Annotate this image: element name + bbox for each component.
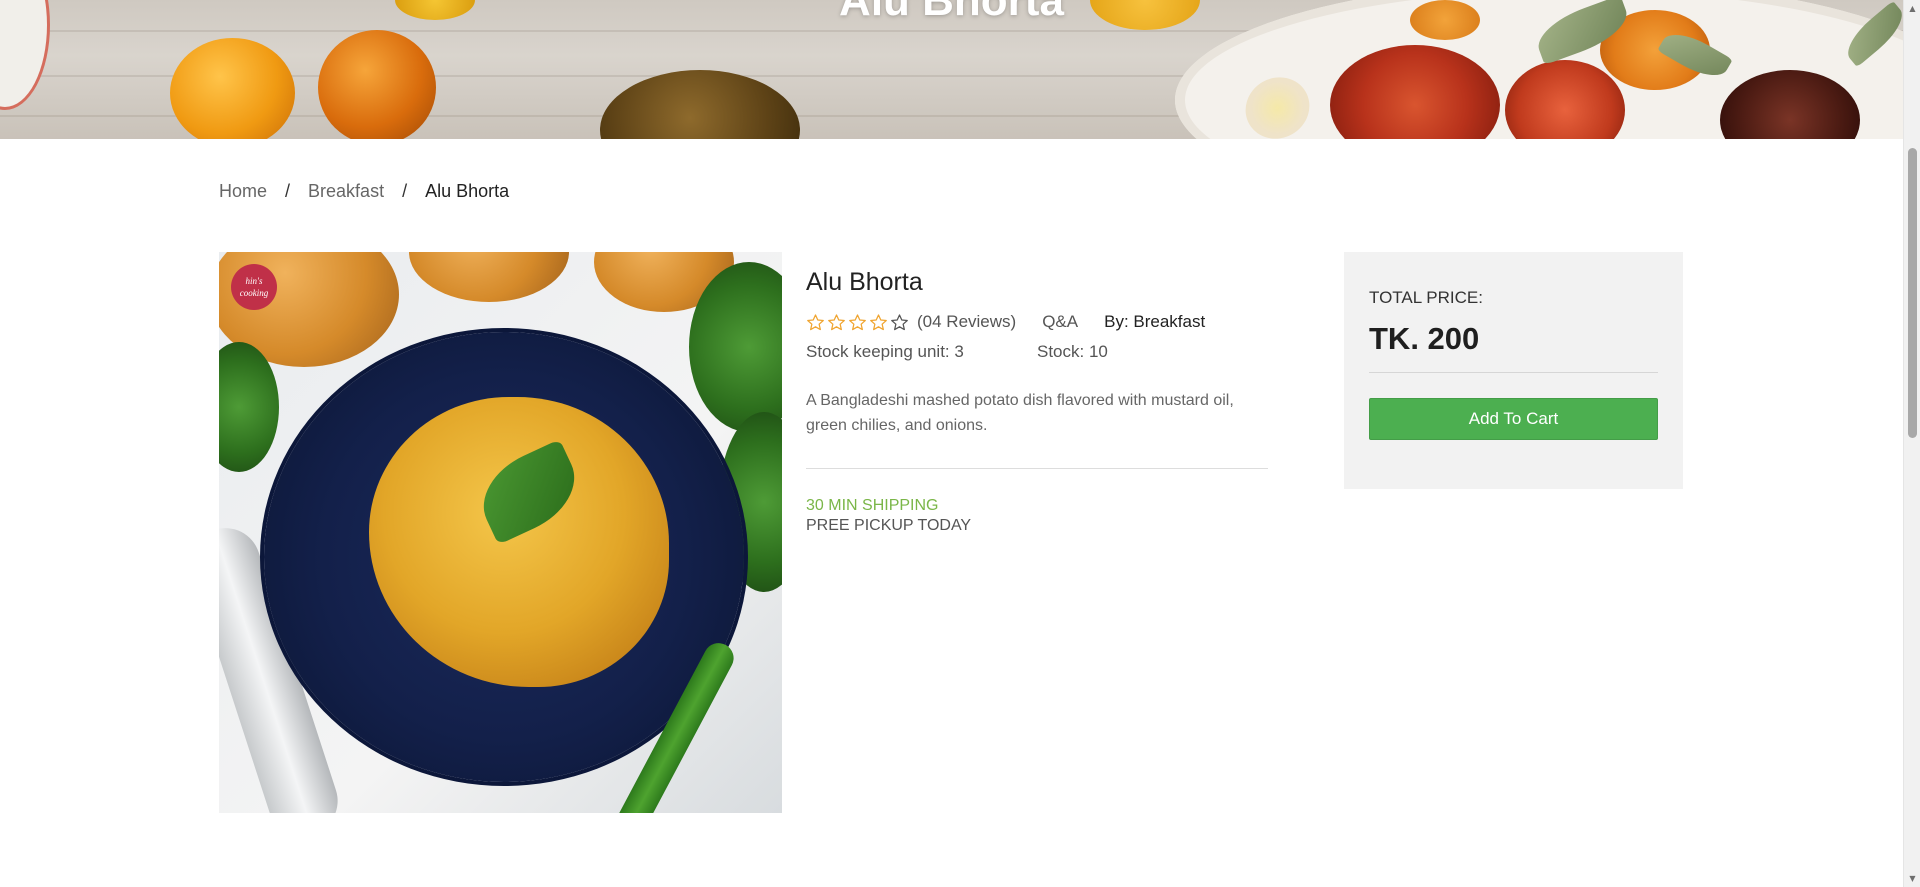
qa-link[interactable]: Q&A: [1042, 312, 1078, 332]
product-category: By: Breakfast: [1104, 312, 1206, 331]
breadcrumb-separator: /: [402, 181, 408, 201]
product-description: A Bangladeshi mashed potato dish flavore…: [806, 392, 1234, 434]
watermark-logo: hin's cooking: [231, 264, 277, 310]
total-price-label: TOTAL PRICE:: [1369, 288, 1483, 307]
page-scrollbar[interactable]: ▲ ▼: [1903, 0, 1920, 887]
star-outline-icon: [849, 313, 866, 330]
breadcrumb-current: Alu Bhorta: [425, 181, 510, 201]
star-outline-icon: [828, 313, 845, 330]
breadcrumb: Home / Breakfast / Alu Bhorta: [219, 181, 509, 202]
tomato-image: [170, 38, 295, 139]
reviews-count[interactable]: (04 Reviews): [917, 312, 1016, 332]
product-name: Alu Bhorta: [806, 268, 923, 296]
stock-row: Stock keeping unit: 3 Stock: 10: [806, 342, 1268, 362]
shipping-info: 30 MIN SHIPPING: [806, 497, 939, 514]
rating-stars[interactable]: [806, 313, 909, 332]
chevron-down-icon[interactable]: ▼: [1904, 870, 1920, 887]
pickup-info: PREE PICKUP TODAY: [806, 517, 972, 534]
total-price-amount: TK. 200: [1369, 321, 1480, 356]
breadcrumb-category-link[interactable]: Breakfast: [308, 181, 384, 202]
chevron-up-icon[interactable]: ▲: [1904, 0, 1920, 17]
breadcrumb-separator: /: [285, 181, 291, 201]
star-outline-icon: [807, 313, 824, 330]
hero-banner: Alu Bhorta: [0, 0, 1903, 139]
product-image: hin's cooking: [219, 252, 782, 813]
add-to-cart-button[interactable]: Add To Cart: [1369, 398, 1658, 440]
bun-image: [409, 252, 569, 302]
divider: [806, 468, 1268, 469]
scrollbar-thumb[interactable]: [1908, 148, 1917, 438]
star-outline-icon: [870, 313, 887, 330]
tomato-image: [318, 30, 436, 139]
product-meta-row: (04 Reviews) Q&A By: Breakfast: [806, 311, 1268, 333]
product-info: Alu Bhorta (04 Reviews) Q&A By: Breakfas…: [806, 252, 1268, 536]
tomato-image: [600, 70, 800, 139]
sku-text: Stock keeping unit: 3: [806, 342, 964, 361]
star-outline-icon: [891, 313, 908, 330]
price-card: TOTAL PRICE: TK. 200 Add To Cart: [1344, 252, 1683, 489]
divider: [1369, 372, 1658, 373]
page-title: Alu Bhorta: [839, 0, 1064, 25]
breadcrumb-home-link[interactable]: Home: [219, 181, 267, 202]
stock-text: Stock: 10: [1037, 342, 1108, 361]
